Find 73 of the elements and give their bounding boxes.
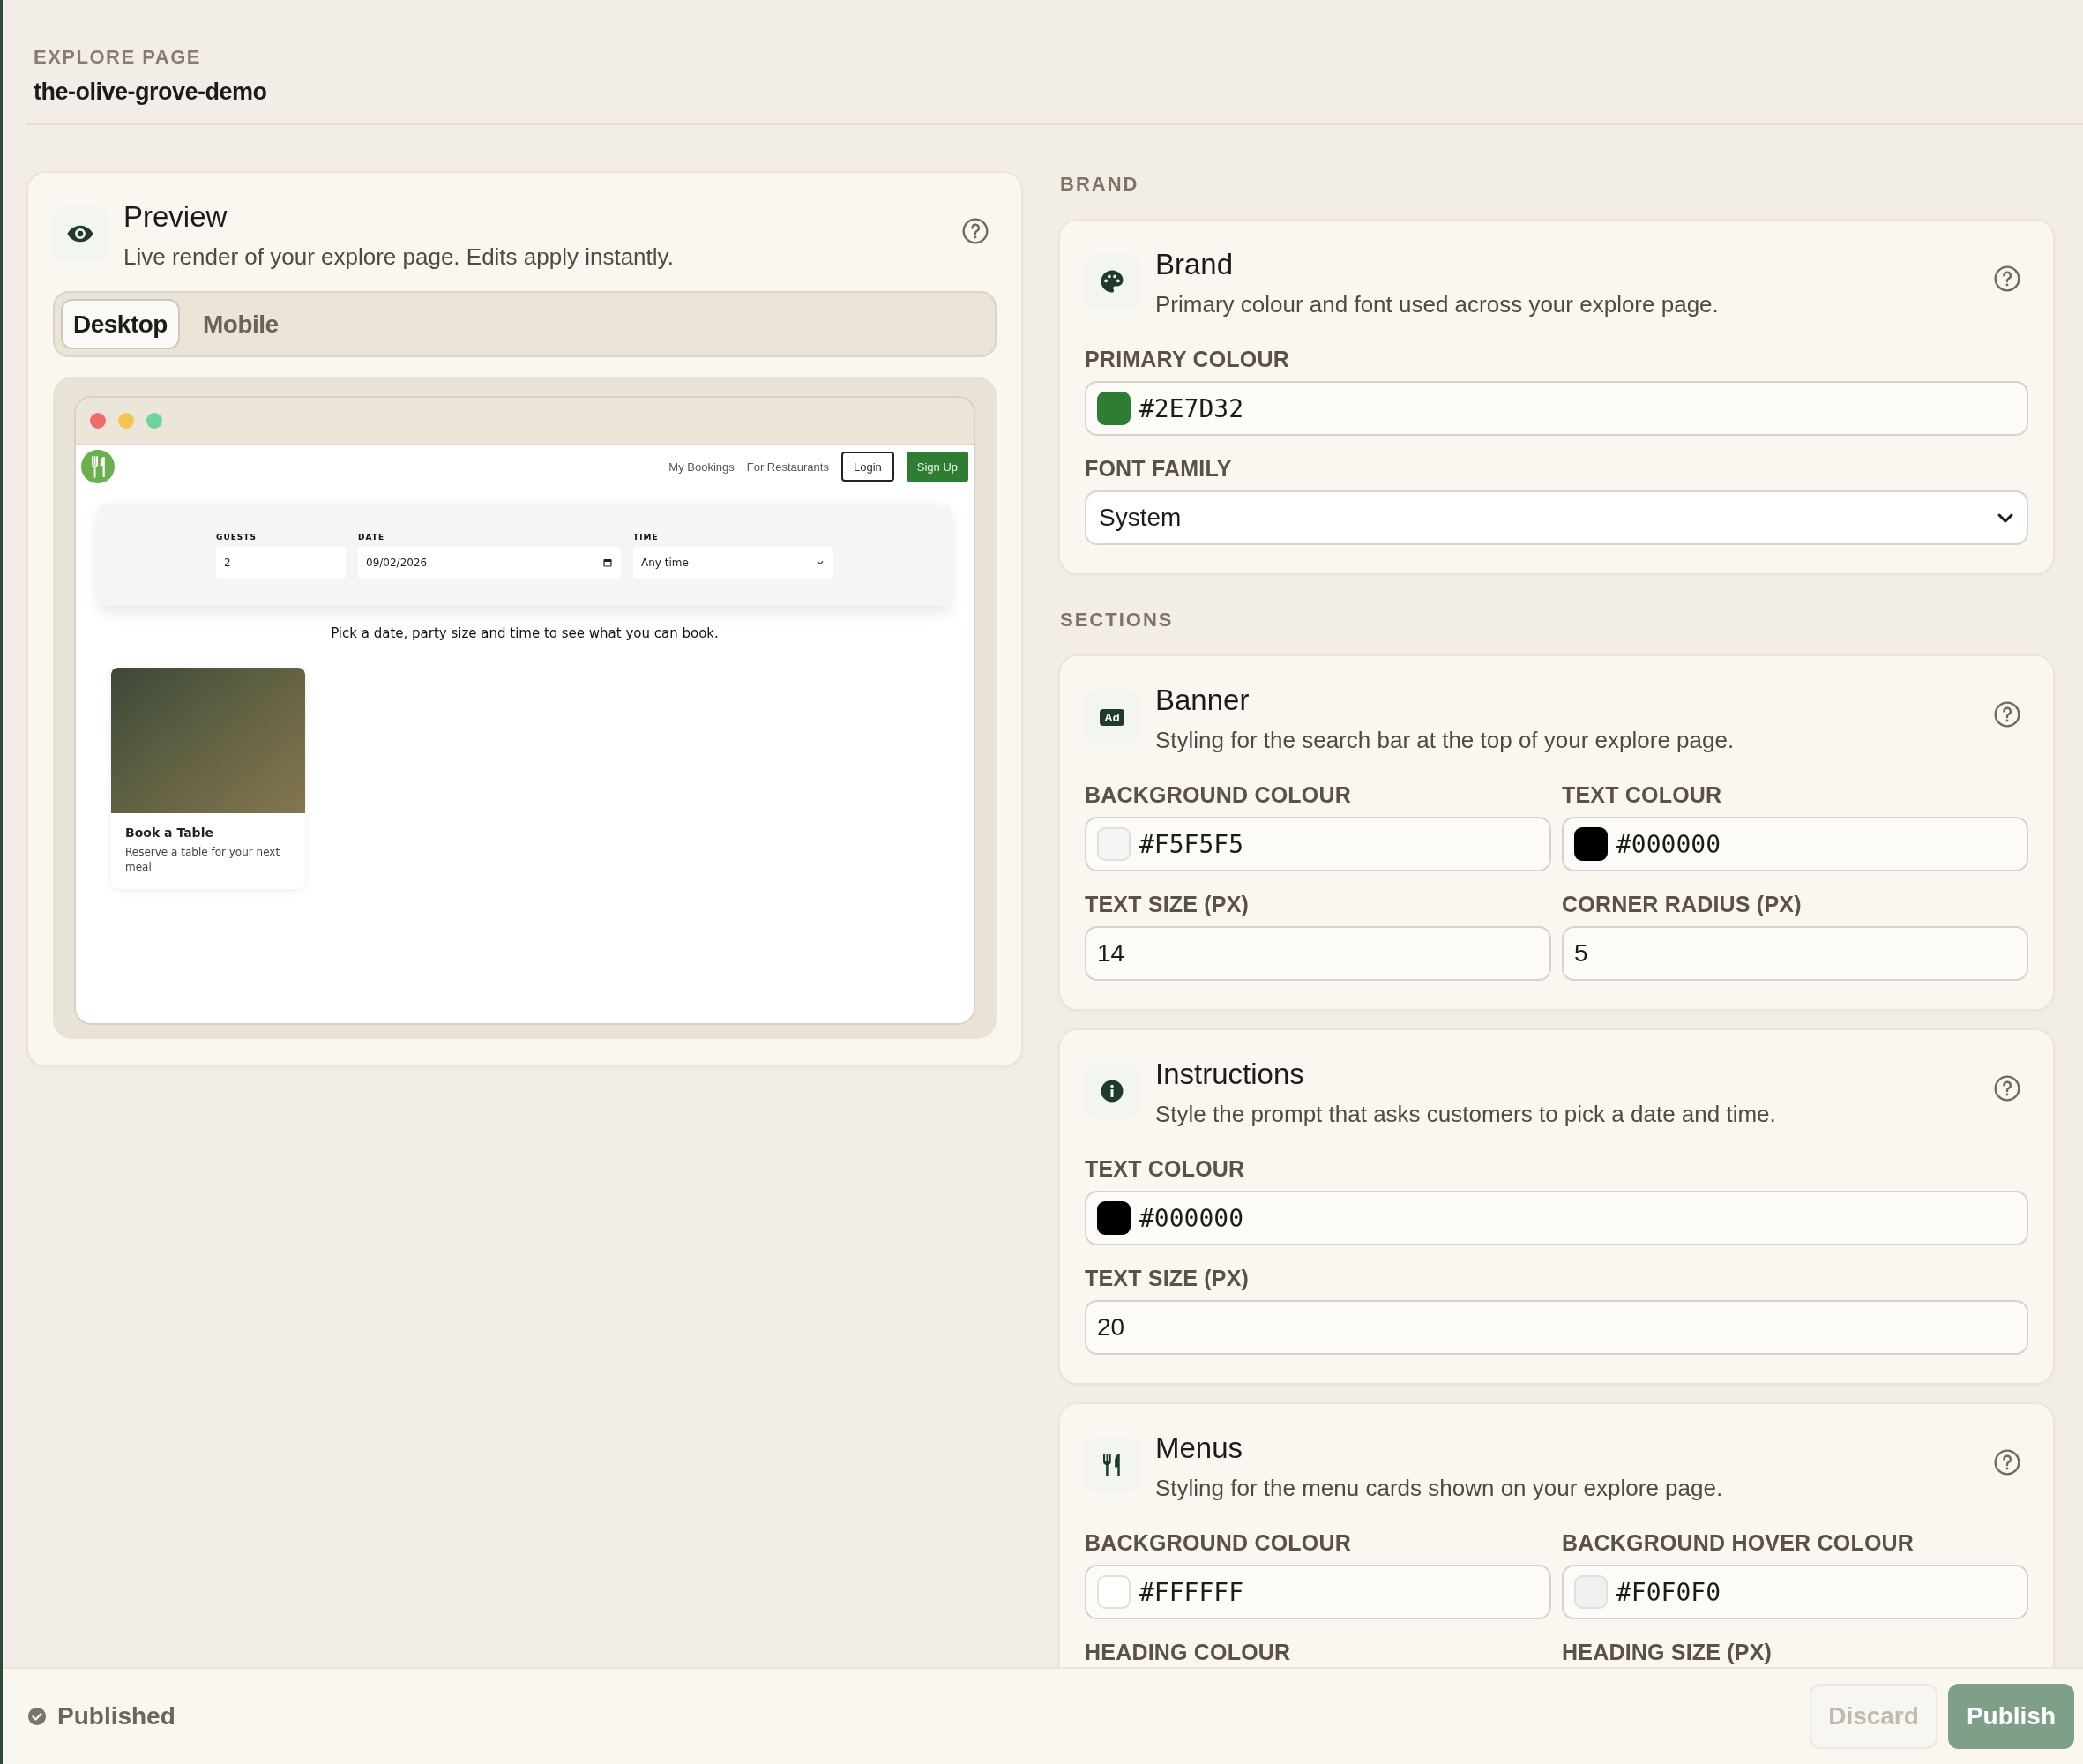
- color-field[interactable]: #F0F0F0: [1562, 1565, 2028, 1619]
- section-heading: SECTIONS: [1060, 608, 1175, 632]
- utensils-logo-icon: [81, 450, 115, 483]
- page-slug: the-olive-grove-demo: [34, 78, 268, 106]
- field-label: TIME: [633, 532, 660, 542]
- card-title: Instructions: [1155, 1057, 1305, 1092]
- field-label: CORNER RADIUS (PX): [1562, 891, 1803, 917]
- select-field[interactable]: Any time: [633, 546, 833, 579]
- window-dot-icon: [90, 413, 106, 429]
- field-label: HEADING COLOUR: [1085, 1639, 1292, 1665]
- nav-link[interactable]: For Restaurants: [746, 460, 829, 474]
- number-field[interactable]: 5: [1562, 926, 2028, 981]
- field-label: TEXT COLOUR: [1562, 781, 1723, 808]
- color-field[interactable]: #F5F5F5: [1085, 817, 1551, 871]
- color-field[interactable]: #000000: [1562, 817, 2028, 871]
- login-button[interactable]: Login: [840, 452, 894, 482]
- field-label: BACKGROUND COLOUR: [1085, 1529, 1352, 1556]
- palette-icon: [1099, 268, 1125, 295]
- field-label: TEXT COLOUR: [1085, 1155, 1246, 1182]
- ad-badge-icon: Ad: [1100, 708, 1124, 726]
- field-label: FONT FAMILY: [1085, 455, 1233, 482]
- page-eyebrow: EXPLORE PAGE: [34, 46, 202, 69]
- help-icon[interactable]: [1993, 1074, 2021, 1102]
- input-field[interactable]: 2: [216, 546, 346, 579]
- field-label: PRIMARY COLOUR: [1085, 346, 1290, 372]
- card-title: Menus: [1155, 1431, 1244, 1466]
- color-swatch[interactable]: [1097, 1575, 1131, 1609]
- menu-card[interactable]: Book a Table Reserve a table for your next meal: [111, 668, 305, 889]
- field-label: DATE: [358, 532, 386, 542]
- color-swatch[interactable]: [1574, 827, 1608, 861]
- card-description: Style the prompt that asks customers to pick a date and time.: [1155, 1100, 1777, 1129]
- section-heading: BRAND: [1060, 172, 1140, 197]
- number-field[interactable]: 14: [1085, 926, 1551, 981]
- status-label: Published: [57, 1702, 175, 1730]
- help-icon[interactable]: [1993, 1448, 2021, 1476]
- calendar-icon: [602, 557, 613, 568]
- card-description: Styling for the menu cards shown on your explore page.: [1155, 1474, 1724, 1503]
- number-field[interactable]: 20: [1085, 1300, 2028, 1355]
- instruction-text: Pick a date, party size and time to see what you can book.: [330, 625, 720, 641]
- menu-card-title: Book a Table: [124, 825, 214, 840]
- help-icon[interactable]: [1993, 265, 2021, 293]
- color-field[interactable]: #FFFFFF: [1085, 1565, 1551, 1619]
- field-label: TEXT SIZE (PX): [1085, 891, 1251, 917]
- check-circle-icon: [27, 1707, 47, 1726]
- tab[interactable]: Desktop: [61, 299, 180, 349]
- card-title: Brand: [1155, 247, 1235, 282]
- card-title: Banner: [1155, 683, 1251, 718]
- color-field[interactable]: #000000: [1085, 1191, 2028, 1245]
- tab[interactable]: Mobile: [190, 299, 291, 349]
- field-label: BACKGROUND COLOUR: [1085, 781, 1352, 808]
- select-field[interactable]: System: [1085, 490, 2028, 545]
- date-field[interactable]: 09/02/2026: [358, 546, 621, 579]
- color-swatch[interactable]: [1097, 827, 1131, 861]
- window-dot-icon: [146, 413, 162, 429]
- card-description: Live render of your explore page. Edits apply instantly.: [123, 243, 675, 272]
- sign-up-button[interactable]: Sign Up: [906, 452, 968, 482]
- color-field[interactable]: #2E7D32: [1085, 381, 2028, 436]
- field-label: TEXT SIZE (PX): [1085, 1265, 1251, 1291]
- info-icon: [1099, 1078, 1125, 1104]
- card-description: Primary colour and font used across your explore page.: [1155, 290, 1720, 319]
- card-title: Preview: [123, 199, 228, 235]
- menu-card-description: Reserve a table for your next meal: [124, 845, 281, 875]
- window-dot-icon: [118, 413, 134, 429]
- field-label: GUESTS: [216, 532, 258, 542]
- nav-link[interactable]: My Bookings: [668, 460, 735, 474]
- field-label: HEADING SIZE (PX): [1562, 1639, 1773, 1665]
- color-swatch[interactable]: [1574, 1575, 1608, 1609]
- help-icon[interactable]: [1993, 700, 2021, 729]
- card-description: Styling for the search bar at the top of your explore page.: [1155, 726, 1736, 755]
- field-label: BACKGROUND HOVER COLOUR: [1562, 1529, 1915, 1556]
- help-icon[interactable]: [961, 217, 989, 245]
- color-swatch[interactable]: [1097, 1201, 1131, 1235]
- color-swatch[interactable]: [1097, 392, 1131, 425]
